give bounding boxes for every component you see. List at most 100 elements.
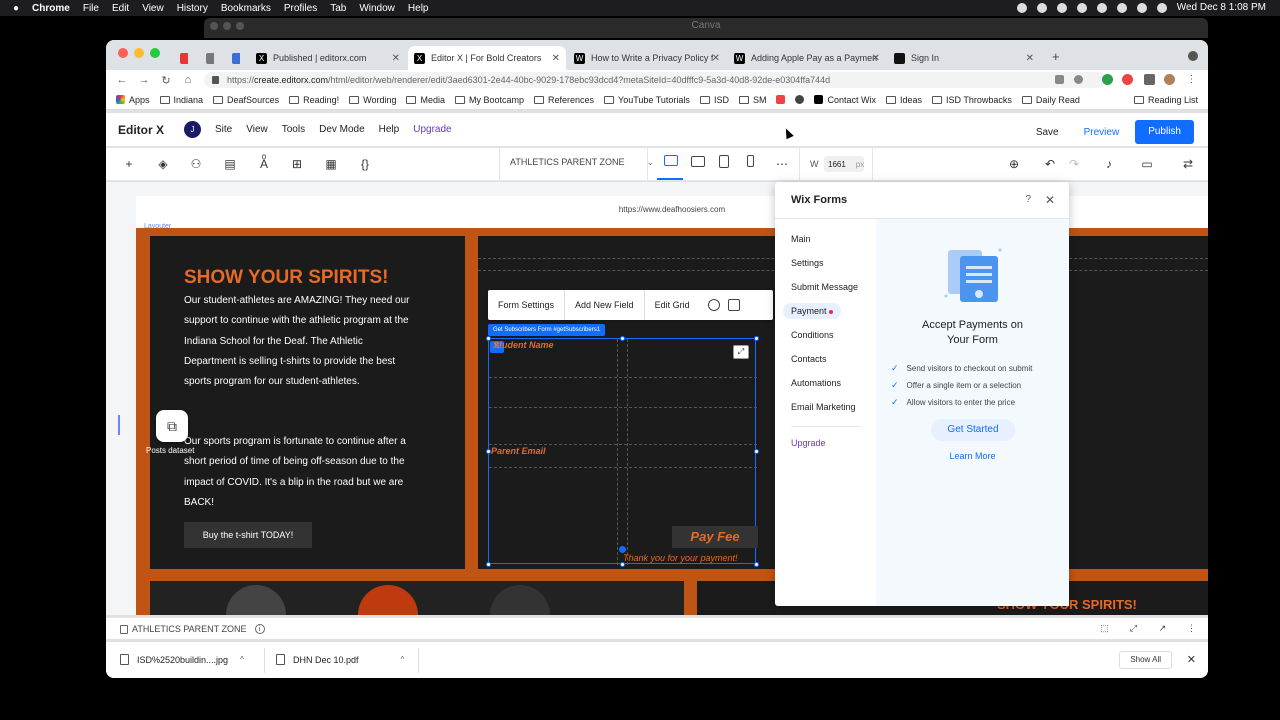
new-tab-icon[interactable]: + (1052, 49, 1060, 64)
close-icon[interactable]: ✕ (1045, 193, 1055, 207)
current-page-indicator[interactable]: ATHLETICS PARENT ZONE i (120, 624, 265, 634)
download-item-jpg[interactable]: ISD%2520buildin....jpg ^ (120, 654, 244, 665)
apple-menu-icon[interactable]: ● (13, 3, 19, 14)
rotate-handle[interactable] (619, 546, 626, 553)
laptop-breakpoint-icon[interactable] (691, 156, 705, 167)
reload-icon[interactable]: ↻ (160, 74, 172, 87)
pinned-tab-3[interactable] (226, 46, 240, 70)
control-center-icon[interactable] (1156, 2, 1167, 13)
resize-handle[interactable] (754, 449, 759, 454)
resize-handle[interactable] (620, 562, 625, 567)
cms-icon[interactable]: ▦ (323, 156, 339, 172)
preview-button[interactable]: Preview (1084, 127, 1120, 138)
menu-history[interactable]: History (177, 3, 208, 14)
undo-icon[interactable]: ↶ (1042, 156, 1058, 172)
menu-profiles[interactable]: Profiles (284, 3, 317, 14)
nav-item-main[interactable]: Main (791, 234, 811, 244)
close-tab-icon[interactable]: ✕ (552, 53, 560, 64)
resize-handle[interactable] (620, 336, 625, 341)
status-location-icon[interactable] (1016, 2, 1027, 13)
inspector-toggle-icon[interactable]: ⇄ (1180, 156, 1196, 172)
background-window-canva[interactable]: Canva (204, 18, 1208, 38)
menu-help[interactable]: Help (379, 124, 400, 135)
code-icon[interactable]: {} (357, 156, 373, 172)
page-selector[interactable]: ATHLETICS PARENT ZONE ⌄ (510, 157, 654, 168)
status-search-icon[interactable] (1136, 2, 1147, 13)
nav-item-upgrade[interactable]: Upgrade (791, 438, 826, 448)
menu-view[interactable]: View (142, 3, 164, 14)
layout-icon[interactable] (727, 299, 740, 311)
global-sections-icon[interactable]: ⚇ (188, 156, 204, 172)
bookmark-references[interactable]: References (534, 95, 594, 105)
close-window-button[interactable] (118, 48, 128, 58)
student-name-field[interactable]: Student Name (493, 340, 554, 350)
resize-handle[interactable] (486, 449, 491, 454)
status-battery-icon[interactable] (1116, 2, 1127, 13)
bookmark-ideas[interactable]: Ideas (885, 95, 922, 105)
chevron-up-icon[interactable]: ^ (401, 655, 405, 664)
bookmark-deafsources[interactable]: DeafSources (213, 95, 279, 105)
status-record-icon[interactable] (1036, 2, 1047, 13)
publish-button[interactable]: Publish (1135, 120, 1194, 144)
address-bar[interactable]: https://create.editorx.com/html/editor/w… (204, 72, 1106, 88)
fit-icon[interactable]: ⤢ (1128, 623, 1139, 634)
resize-handle[interactable] (486, 562, 491, 567)
bookmark-my-bootcamp[interactable]: My Bootcamp (454, 95, 524, 105)
nav-item-email-marketing[interactable]: Email Marketing (791, 402, 856, 412)
chevron-up-icon[interactable]: ^ (240, 655, 244, 664)
bookmark-star-icon[interactable] (1074, 75, 1083, 84)
bookmark-daily-read[interactable]: Daily Read (1021, 95, 1080, 105)
width-input[interactable]: 1661 px (824, 156, 864, 172)
status-cloud-icon[interactable] (1076, 2, 1087, 13)
bookmark-youtube-tutorials[interactable]: YouTube Tutorials (604, 95, 690, 105)
nav-item-contacts[interactable]: Contacts (791, 354, 827, 364)
menu-file[interactable]: File (83, 3, 99, 14)
edit-grid-button[interactable]: Edit Grid (645, 290, 700, 320)
record-extension-icon[interactable] (1122, 74, 1133, 85)
select-icon[interactable]: ⬚ (1099, 623, 1110, 634)
add-elements-icon[interactable]: + (121, 156, 137, 172)
bookmark-shortcut-1[interactable] (776, 95, 786, 104)
bookmark-isd[interactable]: ISD (699, 95, 729, 105)
status-wifi-icon[interactable] (1096, 2, 1107, 13)
tab-editor-x[interactable]: X Editor X | For Bold Creators ✕ (408, 46, 566, 70)
save-button[interactable]: Save (1036, 127, 1059, 138)
more-options-icon[interactable]: ⋮ (1186, 623, 1197, 634)
expand-icon[interactable]: ⤢ (733, 345, 749, 359)
apps-icon[interactable]: ⊞ (289, 156, 305, 172)
pages-icon[interactable]: ▤ (222, 156, 238, 172)
menu-window[interactable]: Window (359, 3, 395, 14)
user-avatar[interactable]: J (184, 121, 201, 138)
help-icon[interactable]: ? (1025, 194, 1031, 205)
bookmark-indiana[interactable]: Indiana (159, 95, 203, 105)
nav-item-automations[interactable]: Automations (791, 378, 841, 388)
close-tab-icon[interactable]: ✕ (392, 53, 400, 64)
posts-dataset-icon[interactable]: ⧉ (156, 410, 188, 442)
learn-more-link[interactable]: Learn More (876, 451, 1069, 461)
canvas-edge-marker[interactable] (118, 415, 120, 435)
add-new-field-button[interactable]: Add New Field (565, 290, 645, 320)
nav-item-conditions[interactable]: Conditions (791, 330, 834, 340)
resize-handle[interactable] (486, 336, 491, 341)
more-breakpoints-icon[interactable]: ⋯ (774, 156, 790, 172)
resize-handle[interactable] (754, 336, 759, 341)
bookmark-reading[interactable]: Reading! (289, 95, 339, 105)
tshirt-gallery[interactable] (150, 581, 684, 615)
profile-avatar[interactable] (1164, 74, 1175, 85)
pay-fee-button[interactable]: Pay Fee (672, 526, 758, 548)
zoom-window-button[interactable] (150, 48, 160, 58)
tab-search-icon[interactable] (1188, 51, 1198, 61)
bookmark-sm[interactable]: SM (738, 95, 766, 105)
open-external-icon[interactable]: ↗ (1157, 623, 1168, 634)
close-tab-icon[interactable]: ✕ (1026, 53, 1034, 64)
form-id-tag[interactable]: Get Subscribers Form #getSubscribers1 (488, 324, 606, 336)
layers-icon[interactable]: ◈ (155, 156, 171, 172)
subscribers-form[interactable]: ⁝⁝ Student Name Parent Email ⤢ Pay Fee T… (486, 336, 759, 567)
tab-sign-in[interactable]: Sign In ✕ (888, 46, 1040, 70)
menu-help[interactable]: Help (408, 3, 429, 14)
bookmark-wording[interactable]: Wording (349, 95, 396, 105)
resize-handle[interactable] (754, 562, 759, 567)
get-started-button[interactable]: Get Started (931, 419, 1015, 441)
menu-view[interactable]: View (246, 124, 268, 135)
nav-item-payment[interactable]: Payment (783, 303, 841, 319)
